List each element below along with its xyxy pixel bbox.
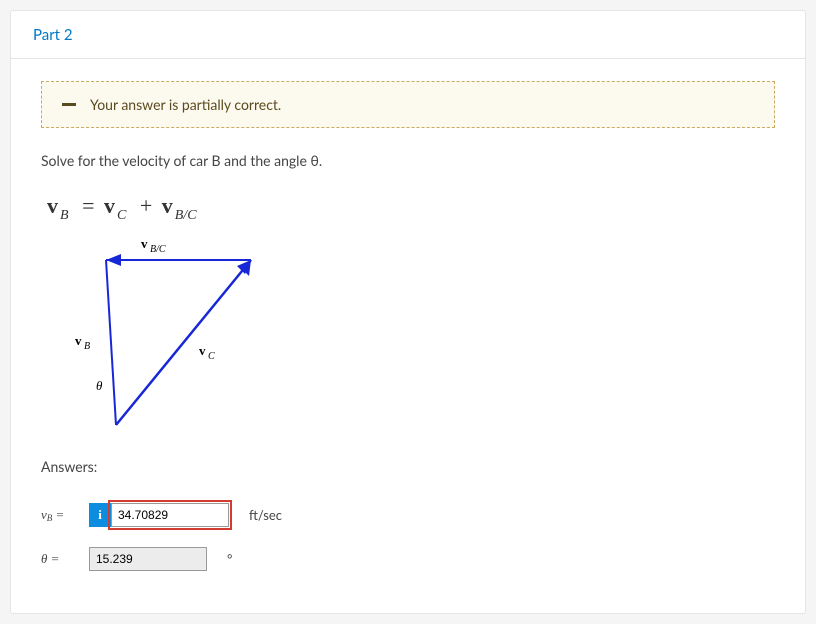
eq-sub-c: C bbox=[115, 208, 130, 223]
part-title: Part 2 bbox=[33, 26, 73, 44]
theta-input[interactable] bbox=[89, 547, 207, 571]
diagram-label-vc-v: v bbox=[199, 343, 206, 358]
answer-row-theta: θ = ° bbox=[41, 547, 775, 571]
vb-unit: ft/sec bbox=[249, 507, 282, 523]
minus-icon bbox=[62, 103, 76, 106]
diagram-label-vc-sub: C bbox=[208, 351, 215, 362]
card-header: Part 2 bbox=[11, 11, 805, 59]
svg-text:v: v bbox=[141, 236, 148, 251]
diagram-label-bc: B/C bbox=[150, 244, 166, 255]
feedback-banner: Your answer is partially correct. bbox=[41, 81, 775, 128]
diagram-label-vb-v: v bbox=[75, 333, 82, 348]
vb-label: vB = bbox=[41, 507, 79, 523]
vb-input[interactable] bbox=[111, 503, 229, 527]
eq-v2: v bbox=[104, 193, 115, 218]
eq-plus: + bbox=[136, 193, 156, 218]
question-card: Part 2 Your answer is partially correct.… bbox=[10, 10, 806, 614]
info-icon[interactable]: i bbox=[89, 503, 111, 527]
vb-label-eq: = bbox=[52, 507, 64, 522]
question-prompt: Solve for the velocity of car B and the … bbox=[41, 152, 775, 169]
answers-heading: Answers: bbox=[41, 458, 775, 475]
diagram-label-theta: θ bbox=[96, 378, 103, 393]
card-body: Your answer is partially correct. Solve … bbox=[11, 59, 805, 613]
answer-row-vb: vB = i ft/sec bbox=[41, 503, 775, 527]
diagram-label-vb-sub: B bbox=[84, 341, 90, 352]
triangle-svg: v B/C v B v C θ bbox=[51, 230, 281, 440]
eq-v1: v bbox=[47, 193, 58, 218]
feedback-text: Your answer is partially correct. bbox=[90, 96, 281, 113]
vector-diagram: v B/C v B v C θ bbox=[51, 230, 775, 440]
theta-unit: ° bbox=[227, 551, 232, 567]
eq-equals: = bbox=[78, 193, 98, 218]
velocity-equation: vB = vC + vB/C bbox=[47, 193, 775, 224]
eq-sub-b: B bbox=[58, 208, 73, 223]
eq-v3: v bbox=[162, 193, 173, 218]
eq-sub-bc: B/C bbox=[173, 208, 201, 223]
theta-label: θ = bbox=[41, 551, 79, 567]
